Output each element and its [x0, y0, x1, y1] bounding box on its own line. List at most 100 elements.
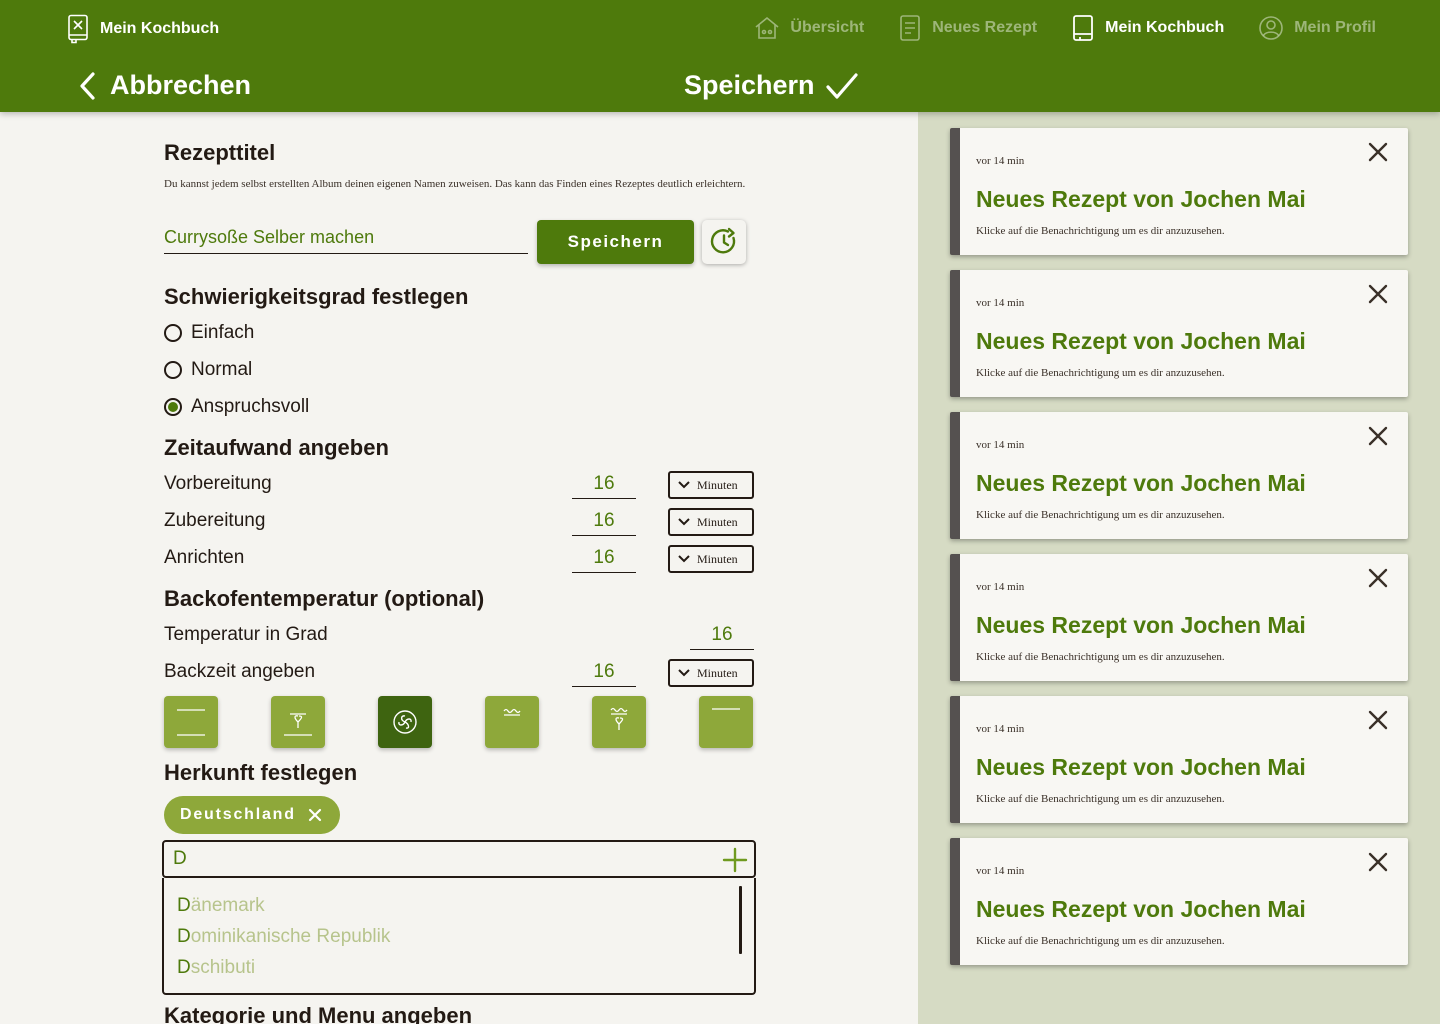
notification-card[interactable]: vor 14 min Neues Rezept von Jochen Mai K… — [950, 696, 1408, 823]
difficulty-option-normal[interactable]: Normal — [164, 359, 252, 381]
time-unit-select[interactable]: Minuten — [668, 471, 754, 499]
radio-button[interactable] — [164, 324, 182, 342]
close-icon[interactable] — [1368, 852, 1388, 872]
origin-search-value: D — [173, 848, 187, 869]
top-heat-icon — [712, 708, 740, 710]
time-row-plating: Anrichten 16 Minuten — [164, 545, 756, 575]
notification-card[interactable]: vor 14 min Neues Rezept von Jochen Mai K… — [950, 554, 1408, 681]
origin-chip[interactable]: Deutschland — [164, 796, 340, 834]
oven-mode-circulating-air[interactable] — [378, 696, 432, 748]
time-row-preparation: Vorbereitung 16 Minuten — [164, 471, 756, 501]
close-icon[interactable] — [1368, 426, 1388, 446]
notification-text: Klicke auf die Benachrichtigung um es di… — [976, 509, 1225, 521]
title-description: Du kannst jedem selbst erstellten Album … — [164, 178, 746, 190]
time-unit-select[interactable]: Minuten — [668, 545, 754, 573]
recipe-title-input[interactable]: Currysoße Selber machen — [164, 220, 528, 254]
nav-label: Mein Kochbuch — [1105, 19, 1225, 36]
save-title-label: Speichern — [567, 232, 664, 251]
main-nav: Übersicht Neues Rezept Mein Kochbuch Mei… — [720, 14, 1376, 42]
time-unit-label: Minuten — [697, 477, 738, 492]
time-label: Anrichten — [164, 547, 245, 568]
chevron-left-icon — [80, 71, 95, 100]
time-unit-select[interactable]: Minuten — [668, 659, 754, 687]
dropdown-scrollbar[interactable] — [739, 886, 742, 954]
home-icon — [755, 16, 779, 39]
nav-item-my-profile[interactable]: Mein Profil — [1258, 15, 1376, 41]
category-heading: Kategorie und Menu angeben — [164, 1003, 473, 1024]
notification-time: vor 14 min — [976, 297, 1025, 309]
plating-time-input[interactable]: 16 — [572, 545, 636, 573]
time-label: Zubereitung — [164, 510, 266, 531]
radio-button[interactable] — [164, 361, 182, 379]
close-icon[interactable] — [308, 808, 322, 822]
brand[interactable]: Mein Kochbuch — [66, 14, 219, 44]
bake-time-row: Backzeit angeben 16 Minuten — [164, 659, 756, 689]
notification-time: vor 14 min — [976, 439, 1025, 451]
notification-title: Neues Rezept von Jochen Mai — [976, 896, 1306, 922]
difficulty-label: Normal — [191, 359, 253, 380]
origin-heading: Herkunft festlegen — [164, 760, 358, 785]
profile-icon — [1259, 16, 1284, 40]
notification-title: Neues Rezept von Jochen Mai — [976, 470, 1306, 496]
temperature-input[interactable]: 16 — [690, 622, 754, 650]
close-icon[interactable] — [1368, 142, 1388, 162]
preparation-time-input[interactable]: 16 — [572, 471, 636, 499]
bake-time-input[interactable]: 16 — [572, 659, 636, 687]
time-unit-label: Minuten — [697, 514, 738, 529]
time-unit-label: Minuten — [697, 665, 738, 680]
dropdown-option[interactable]: Dschibuti — [177, 957, 255, 979]
notification-text: Klicke auf die Benachrichtigung um es di… — [976, 935, 1225, 947]
notification-title: Neues Rezept von Jochen Mai — [976, 754, 1306, 780]
difficulty-option-easy[interactable]: Einfach — [164, 322, 254, 344]
plus-icon[interactable] — [722, 847, 748, 873]
cancel-label: Abbrechen — [110, 70, 252, 100]
book-icon — [1073, 15, 1094, 41]
difficulty-option-demanding[interactable]: Anspruchsvoll — [164, 396, 309, 418]
oven-mode-fan-grill[interactable] — [592, 696, 646, 748]
time-unit-label: Minuten — [697, 551, 738, 566]
notification-title: Neues Rezept von Jochen Mai — [976, 186, 1306, 212]
oven-heading: Backofentemperatur (optional) — [164, 586, 485, 611]
save-title-button[interactable]: Speichern — [537, 220, 694, 264]
close-icon[interactable] — [1368, 710, 1388, 730]
save-recipe-button[interactable]: Speichern — [684, 70, 859, 101]
close-icon[interactable] — [1368, 568, 1388, 588]
nav-item-overview[interactable]: Übersicht — [754, 15, 864, 41]
document-icon — [900, 15, 920, 41]
nav-item-my-cookbook[interactable]: Mein Kochbuch — [1071, 14, 1224, 42]
oven-mode-top-heat[interactable] — [699, 696, 753, 748]
radio-button-selected[interactable] — [164, 398, 182, 416]
recipe-form-area: Rezepttitel Du kannst jedem selbst erste… — [0, 112, 918, 1024]
nav-item-new-recipe[interactable]: Neues Rezept — [898, 14, 1037, 42]
notification-text: Klicke auf die Benachrichtigung um es di… — [976, 225, 1225, 237]
chevron-down-icon — [678, 669, 690, 677]
fan-bottom-heat-icon — [284, 713, 312, 736]
notification-card[interactable]: vor 14 min Neues Rezept von Jochen Mai K… — [950, 128, 1408, 255]
top-bottom-heat-icon — [177, 709, 205, 736]
cancel-button[interactable]: Abbrechen — [78, 70, 251, 101]
oven-mode-top-bottom-heat[interactable] — [164, 696, 218, 748]
chevron-down-icon — [678, 555, 690, 563]
history-button[interactable] — [702, 220, 746, 264]
cooking-time-input[interactable]: 16 — [572, 508, 636, 536]
notification-card[interactable]: vor 14 min Neues Rezept von Jochen Mai K… — [950, 838, 1408, 965]
origin-search-input[interactable]: D — [162, 840, 756, 878]
fan-grill-icon — [610, 707, 628, 730]
circulating-air-icon — [393, 710, 417, 734]
oven-mode-fan-bottom-heat[interactable] — [271, 696, 325, 748]
dropdown-option[interactable]: Dänemark — [177, 895, 265, 917]
chevron-down-icon — [678, 481, 690, 489]
notification-card[interactable]: vor 14 min Neues Rezept von Jochen Mai K… — [950, 412, 1408, 539]
bake-time-label: Backzeit angeben — [164, 661, 316, 682]
notifications-panel: vor 14 min Neues Rezept von Jochen Mai K… — [918, 112, 1440, 1024]
dropdown-option[interactable]: Dominikanische Republik — [177, 926, 390, 948]
top-bar: Mein Kochbuch Übersicht Neues Rezept Mei… — [0, 0, 1440, 112]
oven-mode-grill[interactable] — [485, 696, 539, 748]
close-icon[interactable] — [1368, 284, 1388, 304]
notification-text: Klicke auf die Benachrichtigung um es di… — [976, 793, 1225, 805]
grill-icon — [503, 708, 521, 716]
notification-title: Neues Rezept von Jochen Mai — [976, 612, 1306, 638]
notification-card[interactable]: vor 14 min Neues Rezept von Jochen Mai K… — [950, 270, 1408, 397]
time-unit-select[interactable]: Minuten — [668, 508, 754, 536]
chevron-down-icon — [678, 518, 690, 526]
